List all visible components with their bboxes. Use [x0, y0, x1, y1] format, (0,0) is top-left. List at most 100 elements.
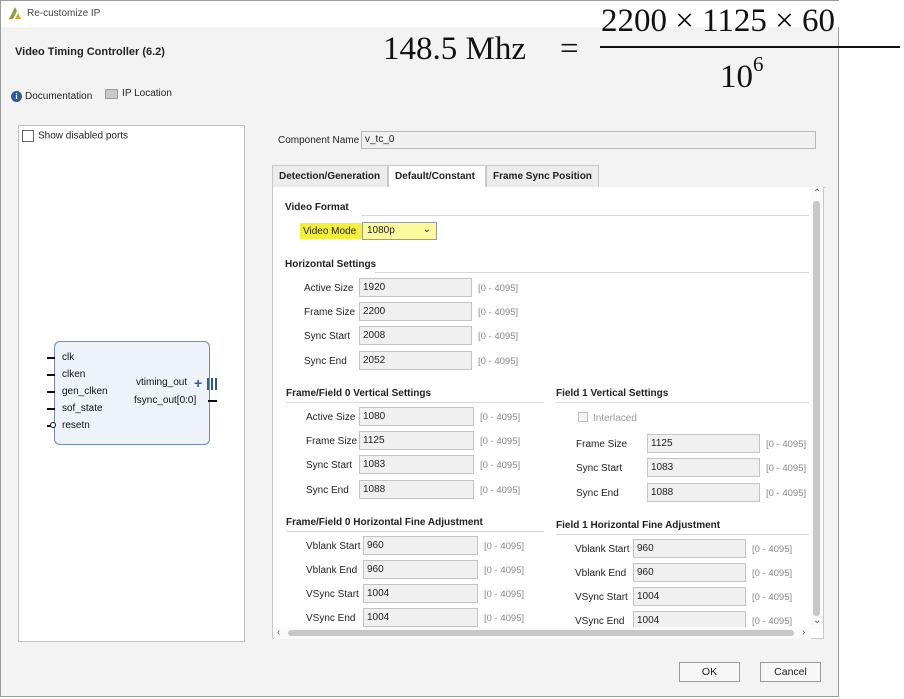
pin-fsync-out: fsync_out[0:0] — [134, 395, 197, 406]
tab-bar: Detection/Generation Default/Constant Fr… — [272, 165, 825, 188]
h-sync-end-field[interactable]: 2052 — [359, 351, 472, 370]
divider — [361, 215, 809, 216]
cancel-button[interactable]: Cancel — [760, 662, 821, 682]
h-sync-start-label: Sync Start — [304, 331, 351, 342]
component-name-input[interactable]: v_tc_0 — [361, 131, 816, 149]
divider — [375, 272, 809, 273]
v0-active-size-field[interactable]: 1080 — [359, 407, 474, 426]
ip-location-label: IP Location — [122, 88, 172, 99]
checkbox-box[interactable] — [22, 130, 34, 142]
horizontal-scrollbar[interactable] — [274, 627, 811, 639]
f1-vsync-end-label: VSync End — [575, 616, 625, 627]
vivado-logo-icon — [9, 7, 21, 19]
f1-vsync-start-field[interactable]: 1004 — [633, 587, 746, 606]
v0-sync-start-field[interactable]: 1083 — [359, 455, 474, 474]
v1-frame-size-field[interactable]: 1125 — [647, 434, 760, 453]
expand-bus-icon[interactable]: + — [194, 375, 202, 391]
f1-vblank-end-label: Vblank End — [575, 568, 627, 579]
f0-vblank-end-field[interactable]: 960 — [363, 560, 478, 579]
f1-vblank-start-range: [0 - 4095] — [752, 544, 793, 555]
f1-vblank-end-field[interactable]: 960 — [633, 563, 746, 582]
divider — [286, 531, 544, 532]
ok-button[interactable]: OK — [679, 662, 740, 682]
formula-denominator: 106 — [720, 52, 764, 96]
scroll-down-icon[interactable]: ⌄ — [813, 615, 821, 626]
ip-location-link[interactable]: IP Location — [105, 88, 172, 99]
field0-fine-title: Frame/Field 0 Horizontal Fine Adjustment — [286, 517, 483, 528]
scroll-left-icon[interactable]: ‹ — [277, 627, 280, 638]
field1-vertical-title: Field 1 Vertical Settings — [556, 388, 669, 399]
denominator-exponent: 6 — [753, 52, 764, 76]
recustomize-ip-dialog: Re-customize IP Video Timing Controller … — [0, 0, 840, 697]
info-icon: i — [11, 90, 22, 102]
tab-default-constant[interactable]: Default/Constant — [388, 165, 486, 187]
v0-sync-end-field[interactable]: 1088 — [359, 480, 474, 499]
bus-bar-icon — [211, 378, 213, 390]
scroll-up-icon[interactable]: ⌃ — [813, 188, 821, 199]
video-mode-select[interactable]: 1080p ⌄ — [362, 222, 437, 240]
documentation-link[interactable]: i Documentation — [11, 90, 92, 102]
divider — [556, 402, 809, 403]
video-format-title: Video Format — [285, 202, 349, 213]
v1-sync-start-range: [0 - 4095] — [766, 463, 807, 474]
divider — [556, 534, 809, 535]
show-disabled-ports-checkbox[interactable]: Show disabled ports — [22, 130, 128, 142]
ip-links-bar: i Documentation IP Location — [11, 88, 182, 102]
formula-lhs: 148.5 Mhz — [383, 31, 526, 67]
denominator-base: 10 — [720, 59, 753, 95]
interlaced-label: Interlaced — [593, 413, 637, 424]
h-active-size-range: [0 - 4095] — [478, 283, 519, 294]
v0-frame-size-range: [0 - 4095] — [480, 436, 521, 447]
f0-vsync-start-field[interactable]: 1004 — [363, 584, 478, 603]
tab-frame-sync-position[interactable]: Frame Sync Position — [486, 165, 599, 187]
v0-sync-start-range: [0 - 4095] — [480, 460, 521, 471]
f0-vblank-end-label: Vblank End — [306, 565, 358, 576]
f1-vsync-end-range: [0 - 4095] — [752, 616, 793, 627]
pin-line — [47, 357, 55, 359]
v1-frame-size-range: [0 - 4095] — [766, 439, 807, 450]
show-disabled-ports-label: Show disabled ports — [38, 130, 129, 142]
pin-sof-state: sof_state — [62, 403, 103, 414]
vertical-scroll-thumb[interactable] — [813, 201, 820, 616]
formula-equals: = — [560, 31, 579, 67]
pin-resetn: resetn — [62, 420, 90, 431]
f0-vsync-start-range: [0 - 4095] — [484, 589, 525, 600]
f0-vblank-start-field[interactable]: 960 — [363, 536, 478, 555]
inverted-pin-icon — [50, 422, 56, 428]
v1-sync-end-range: [0 - 4095] — [766, 488, 807, 499]
pin-line — [208, 400, 217, 402]
v1-sync-end-field[interactable]: 1088 — [647, 483, 760, 502]
v1-sync-start-label: Sync Start — [576, 463, 623, 474]
tab-detection-generation[interactable]: Detection/Generation — [272, 165, 388, 187]
interlaced-checkbox[interactable] — [578, 412, 588, 422]
field0-vertical-title: Frame/Field 0 Vertical Settings — [286, 388, 432, 399]
horizontal-scroll-thumb[interactable] — [288, 630, 794, 636]
h-active-size-label: Active Size — [304, 283, 354, 294]
pin-line — [47, 374, 55, 376]
v0-sync-end-label: Sync End — [306, 485, 349, 496]
vertical-scrollbar[interactable] — [811, 189, 823, 629]
pin-line — [47, 408, 55, 410]
v0-frame-size-label: Frame Size — [306, 436, 358, 447]
pin-clken: clken — [62, 369, 86, 380]
f0-vblank-start-range: [0 - 4095] — [484, 541, 525, 552]
f1-vblank-start-field[interactable]: 960 — [633, 539, 746, 558]
h-active-size-field[interactable]: 1920 — [359, 278, 472, 297]
f1-vsync-start-range: [0 - 4095] — [752, 592, 793, 603]
component-name-label: Component Name — [278, 135, 360, 146]
scroll-right-icon[interactable]: › — [802, 627, 805, 638]
field1-fine-title: Field 1 Horizontal Fine Adjustment — [556, 520, 721, 531]
f0-vsync-start-label: VSync Start — [306, 589, 359, 600]
f0-vblank-end-range: [0 - 4095] — [484, 565, 525, 576]
h-sync-end-range: [0 - 4095] — [478, 356, 519, 367]
v1-sync-start-field[interactable]: 1083 — [647, 458, 760, 477]
h-frame-size-field[interactable]: 2200 — [359, 302, 472, 321]
f0-vsync-end-range: [0 - 4095] — [484, 613, 525, 624]
v0-active-size-range: [0 - 4095] — [480, 412, 521, 423]
video-mode-label: Video Mode — [303, 226, 357, 237]
h-sync-start-field[interactable]: 2008 — [359, 326, 472, 345]
bus-bar-icon — [207, 378, 209, 390]
v0-frame-size-field[interactable]: 1125 — [359, 431, 474, 450]
ip-name-heading: Video Timing Controller (6.2) — [15, 46, 165, 58]
f0-vsync-end-field[interactable]: 1004 — [363, 608, 478, 627]
